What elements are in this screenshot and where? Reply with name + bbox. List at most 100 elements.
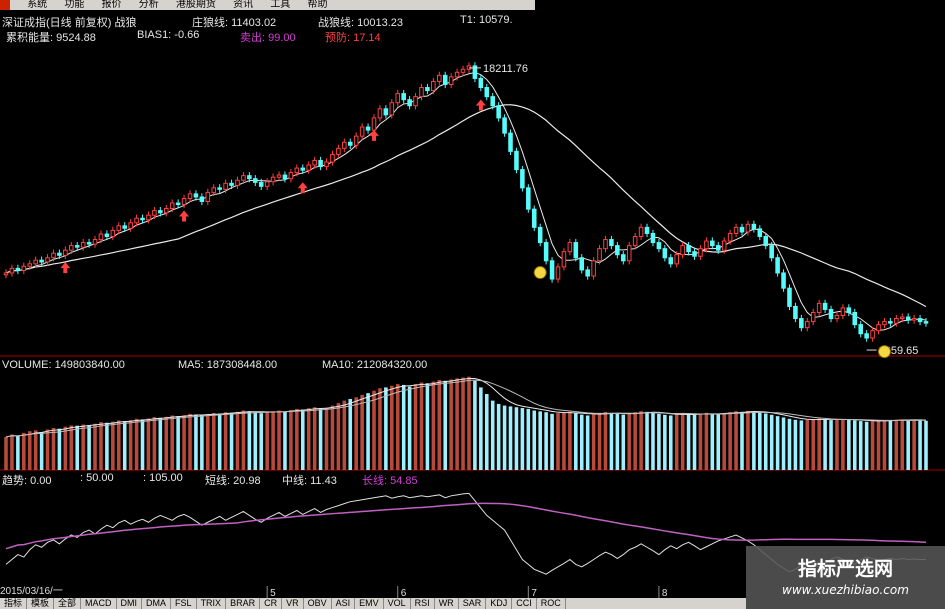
level-50: : 50.00: [80, 472, 114, 484]
volume-label: VOLUME: 149803840.00: [2, 359, 125, 371]
candle-body: [514, 150, 519, 171]
volume-bar: [81, 424, 85, 470]
candle-body: [508, 132, 513, 152]
candle-body: [704, 240, 709, 250]
volume-bar: [259, 413, 264, 470]
volume-bar: [502, 405, 507, 470]
tab-15[interactable]: RSI: [411, 598, 435, 609]
smiley-signal-icon: [533, 266, 547, 280]
candle-body: [389, 102, 395, 116]
volume-bar: [603, 411, 608, 470]
candle-body: [45, 257, 50, 263]
tab-5[interactable]: DMA: [142, 598, 172, 609]
long-line-value: 长线: 54.85: [362, 475, 418, 487]
volume-bar: [425, 383, 430, 470]
volume-bar: [372, 390, 376, 470]
tab-8[interactable]: BRAR: [226, 598, 261, 609]
candle-body: [632, 235, 638, 247]
candle-body: [306, 164, 311, 171]
volume-bar: [722, 413, 726, 470]
volume-bar: [455, 378, 459, 470]
volume-bar: [556, 413, 560, 470]
volume-bar: [769, 414, 774, 470]
volume-bar: [140, 419, 145, 470]
candle-body: [80, 242, 86, 248]
tab-7[interactable]: TRIX: [197, 598, 227, 609]
volume-bar: [467, 376, 471, 470]
volume-bar: [116, 420, 121, 470]
volume-bar: [799, 420, 804, 470]
candle-body: [923, 321, 929, 324]
volume-bar: [289, 410, 293, 470]
long-ma-line: [5, 104, 927, 308]
volume-bar: [918, 420, 922, 470]
volume-bar: [793, 419, 798, 470]
tab-13[interactable]: EMV: [355, 598, 384, 609]
volume-bar: [609, 412, 614, 470]
candle-body: [395, 93, 401, 104]
tab-12[interactable]: ASI: [332, 598, 356, 609]
tab-4[interactable]: DMI: [117, 598, 143, 609]
tab-19[interactable]: CCI: [512, 598, 537, 609]
volume-bar: [33, 430, 38, 470]
candle-body: [733, 226, 739, 234]
candle-body: [140, 217, 145, 221]
candle-body: [882, 321, 887, 326]
volume-bar: [864, 421, 869, 470]
tab-0[interactable]: 指标: [0, 598, 28, 609]
tab-1[interactable]: 模板: [27, 598, 55, 609]
candle-body: [146, 214, 151, 221]
volume-bar: [443, 380, 448, 470]
tab-3[interactable]: MACD: [81, 598, 117, 609]
tab-20[interactable]: ROC: [537, 598, 566, 609]
tab-14[interactable]: VOL: [384, 598, 411, 609]
volume-bar: [746, 410, 750, 470]
volume-bar: [27, 431, 32, 470]
volume-bar: [63, 426, 68, 470]
candle-body: [739, 226, 745, 233]
high-label: 18211.76: [483, 63, 528, 75]
candle-body: [98, 233, 104, 241]
volume-bar: [514, 407, 519, 470]
volume-bar: [360, 394, 364, 470]
candle-body: [3, 272, 9, 276]
candle-body: [365, 126, 371, 131]
candle-body: [169, 202, 175, 210]
candle-body: [92, 239, 98, 245]
candle-body: [502, 117, 507, 134]
tab-18[interactable]: KDJ: [486, 598, 513, 609]
candle-body: [644, 226, 650, 234]
candle-body: [905, 316, 911, 321]
tab-9[interactable]: CR: [260, 598, 283, 609]
tab-6[interactable]: FSL: [171, 598, 197, 609]
stock-chart[interactable]: 5 6 7 818211.769259.65: [0, 0, 945, 609]
candle-body: [531, 208, 537, 228]
candle-body: [638, 226, 644, 237]
volume-bar: [283, 411, 287, 470]
candle-body: [520, 169, 525, 189]
candle-body: [656, 242, 662, 250]
volume-bar: [128, 420, 133, 470]
candle-body: [603, 239, 608, 250]
candle-body: [686, 245, 691, 253]
candle-body: [626, 245, 632, 262]
candle-body: [359, 126, 365, 137]
volume-bar: [395, 384, 400, 470]
candle-body: [419, 87, 424, 98]
volume-bar: [615, 413, 620, 470]
volume-bar: [378, 388, 382, 470]
volume-bar: [912, 419, 916, 470]
candle-body: [710, 240, 715, 247]
tab-2[interactable]: 全部: [54, 598, 82, 609]
candle-body: [870, 330, 875, 339]
volume-bar: [247, 411, 252, 470]
volume-bar: [306, 408, 311, 470]
candle-body: [721, 240, 727, 251]
tab-10[interactable]: VR: [282, 598, 304, 609]
tab-17[interactable]: SAR: [459, 598, 487, 609]
candle-body: [193, 193, 199, 198]
tab-16[interactable]: WR: [435, 598, 459, 609]
tab-11[interactable]: OBV: [304, 598, 332, 609]
volume-bar: [431, 381, 436, 470]
candle-body: [484, 87, 490, 98]
